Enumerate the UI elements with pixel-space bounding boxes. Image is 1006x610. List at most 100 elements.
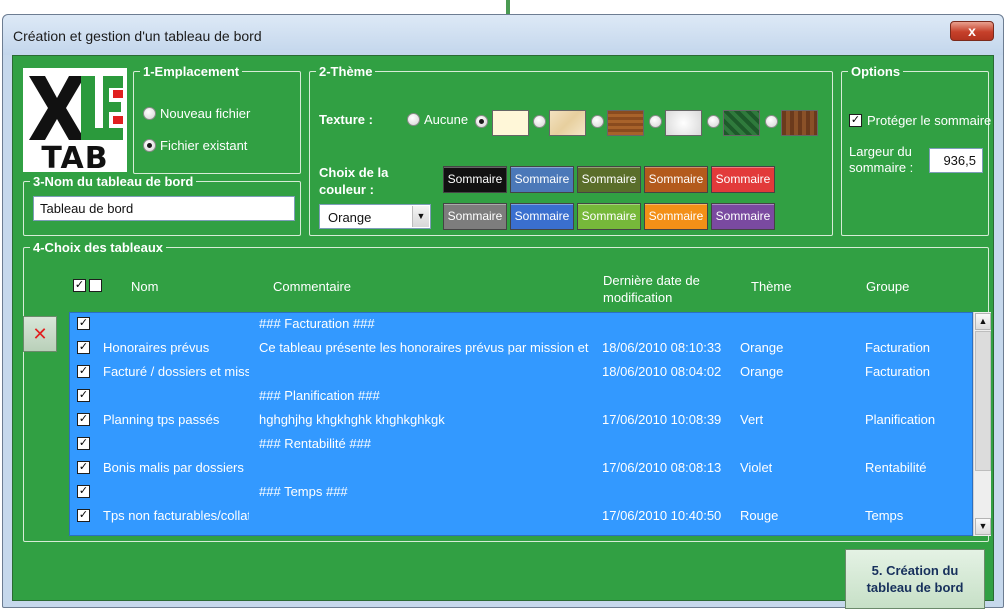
row-date: 17/06/2010 10:40:50 xyxy=(602,508,722,523)
col-commentaire-header: Commentaire xyxy=(273,279,352,294)
group-header-facturation: ### Facturation ### xyxy=(259,316,375,331)
color-button-blue-grey[interactable]: Sommaire xyxy=(510,166,574,193)
row-nom: Bonis malis par dossiers xyxy=(103,460,244,475)
row-groupe: Facturation xyxy=(865,340,931,355)
logo-tab-text: TAB xyxy=(41,141,108,172)
color-button-orange[interactable]: Sommaire xyxy=(644,203,708,230)
list-scrollbar[interactable]: ▲ ▼ xyxy=(973,312,991,536)
row-checkbox[interactable]: ✓ xyxy=(77,461,90,474)
group-header-planification: ### Planification ### xyxy=(259,388,380,403)
row-date: 18/06/2010 08:04:02 xyxy=(602,364,722,379)
texture-none-icon xyxy=(407,113,420,126)
radio-existant-label: Fichier existant xyxy=(160,138,248,153)
choix-title: 4-Choix des tableaux xyxy=(33,240,164,255)
row-checkbox[interactable]: ✓ xyxy=(77,485,90,498)
color-button-grey[interactable]: Sommaire xyxy=(443,203,507,230)
group-header-temps: ### Temps ### xyxy=(259,484,348,499)
color-button-violet[interactable]: Sommaire xyxy=(711,203,775,230)
group-header-rentabilite: ### Rentabilité ### xyxy=(259,436,372,451)
couleur-select-value: Orange xyxy=(328,210,372,225)
create-button-line2: tableau de bord xyxy=(866,580,964,595)
create-button-line1: 5. Création du xyxy=(871,563,959,578)
col-groupe-header: Groupe xyxy=(866,279,910,294)
col-date-header: Dernière date de modification xyxy=(603,273,700,305)
row-nom: Tps non facturables/collat xyxy=(103,508,249,523)
nom-tableau-input[interactable]: Tableau de bord xyxy=(33,196,295,221)
emplacement-title: 1-Emplacement xyxy=(143,64,240,79)
row-checkbox[interactable]: ✓ xyxy=(77,341,90,354)
row-groupe: Facturation xyxy=(865,364,931,379)
row-nom: Facturé / dossiers et missi xyxy=(103,364,249,379)
xltab-logo-icon: TAB xyxy=(29,76,123,172)
texture-swatch-dark-wood[interactable] xyxy=(781,110,818,136)
row-checkbox[interactable]: ✓ xyxy=(77,413,90,426)
row-date: 18/06/2010 08:10:33 xyxy=(602,340,722,355)
row-checkbox[interactable]: ✓ xyxy=(77,437,90,450)
texture-radio-4[interactable] xyxy=(649,115,662,128)
row-groupe: Planification xyxy=(865,412,936,427)
row-groupe: Rentabilité xyxy=(865,460,927,475)
delete-icon: ✕ xyxy=(32,324,48,344)
color-button-brown[interactable]: Sommaire xyxy=(644,166,708,193)
col-theme-header: Thème xyxy=(751,279,792,294)
color-button-black[interactable]: Sommaire xyxy=(443,166,507,193)
row-checkbox[interactable]: ✓ xyxy=(77,389,90,402)
texture-radio-1[interactable] xyxy=(475,115,488,128)
create-dashboard-button[interactable]: 5. Création du tableau de bord xyxy=(845,549,985,609)
texture-radio-6[interactable] xyxy=(765,115,778,128)
row-date: 17/06/2010 10:08:39 xyxy=(602,412,722,427)
texture-none-label: Aucune xyxy=(424,112,469,127)
color-button-green[interactable]: Sommaire xyxy=(577,203,641,230)
texture-radio-3[interactable] xyxy=(591,115,604,128)
texture-radio-2[interactable] xyxy=(533,115,546,128)
row-commentaire: hghghjhg khgkhghk khghkghkgk xyxy=(259,412,445,427)
scroll-thumb[interactable] xyxy=(975,331,991,471)
col-nom-header: Nom xyxy=(131,279,159,294)
row-theme: Orange xyxy=(740,340,784,355)
color-button-red[interactable]: Sommaire xyxy=(711,166,775,193)
select-none-checkbox[interactable] xyxy=(89,279,102,292)
color-button-blue[interactable]: Sommaire xyxy=(510,203,574,230)
texture-swatch-wood[interactable] xyxy=(607,110,644,136)
row-groupe: Temps xyxy=(865,508,904,523)
row-checkbox[interactable]: ✓ xyxy=(77,317,90,330)
close-button[interactable]: x xyxy=(950,21,994,41)
theme-title: 2-Thème xyxy=(319,64,373,79)
window-title: Création et gestion d'un tableau de bord xyxy=(13,28,262,44)
texture-swatch-parchment[interactable] xyxy=(549,110,586,136)
couleur-label: Choix de la couleur : xyxy=(319,165,389,197)
texture-radio-5[interactable] xyxy=(707,115,720,128)
scroll-up-icon[interactable]: ▲ xyxy=(975,313,991,330)
color-button-olive[interactable]: Sommaire xyxy=(577,166,641,193)
radio-nouveau-fichier[interactable]: Nouveau fichier xyxy=(143,106,250,121)
top-accent-bar xyxy=(506,0,510,14)
row-nom: Planning tps passés xyxy=(103,412,220,427)
texture-swatch-green-marble[interactable] xyxy=(723,110,760,136)
texture-none-radio[interactable]: Aucune xyxy=(407,112,468,127)
protect-checkbox[interactable]: ✓ xyxy=(849,114,862,127)
row-date: 17/06/2010 08:08:13 xyxy=(602,460,722,475)
texture-swatch-marble[interactable] xyxy=(665,110,702,136)
row-checkbox[interactable]: ✓ xyxy=(77,509,90,522)
couleur-select[interactable]: Orange ▼ xyxy=(319,204,431,229)
row-checkbox[interactable]: ✓ xyxy=(77,365,90,378)
row-theme: Rouge xyxy=(740,508,779,523)
radio-nouveau-icon xyxy=(143,107,156,120)
chevron-down-icon: ▼ xyxy=(412,206,429,227)
select-all-checkbox[interactable]: ✓ xyxy=(73,279,86,292)
delete-button[interactable]: ✕ xyxy=(23,316,57,352)
radio-fichier-existant[interactable]: Fichier existant xyxy=(143,138,247,153)
texture-label: Texture : xyxy=(319,112,373,127)
row-theme: Vert xyxy=(740,412,764,427)
dialog-window: Création et gestion d'un tableau de bord… xyxy=(2,14,1004,609)
largeur-input[interactable]: 936,5 xyxy=(929,148,983,173)
scroll-down-icon[interactable]: ▼ xyxy=(975,518,991,535)
texture-swatches xyxy=(475,108,825,138)
options-title: Options xyxy=(851,64,901,79)
texture-swatch-cream[interactable] xyxy=(492,110,529,136)
close-icon: x xyxy=(968,23,976,39)
protect-label: Protéger le sommaire xyxy=(867,113,992,128)
radio-nouveau-label: Nouveau fichier xyxy=(160,106,251,121)
largeur-label: Largeur du sommaire : xyxy=(849,144,914,175)
nom-tableau-title: 3-Nom du tableau de bord xyxy=(33,174,194,189)
